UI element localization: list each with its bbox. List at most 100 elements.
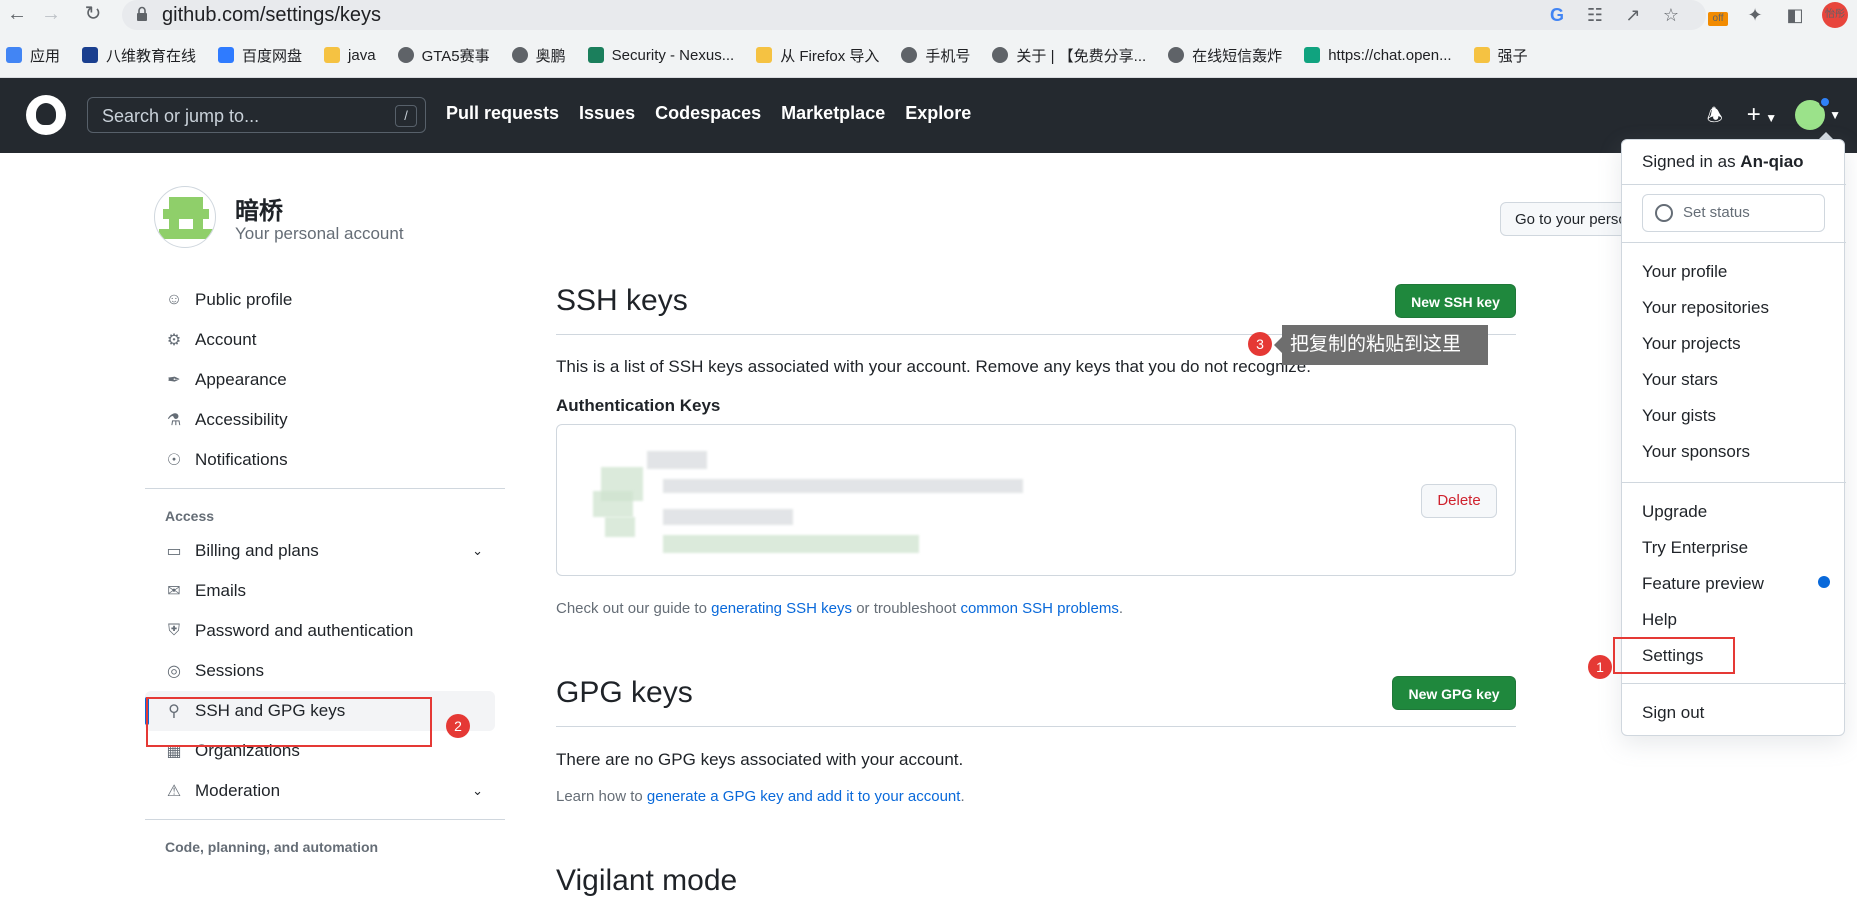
hexagon-icon (587, 47, 604, 63)
account-avatar[interactable] (154, 186, 216, 248)
apps-grid-icon (6, 47, 22, 63)
sidebar-item-notifications[interactable]: ☉ Notifications (145, 440, 505, 480)
nav-issues[interactable]: Issues (579, 103, 635, 124)
nav-pull-requests[interactable]: Pull requests (446, 103, 559, 124)
menu-item-sign-out[interactable]: Sign out (1642, 703, 1704, 723)
globe-icon (901, 47, 918, 63)
mail-icon: ✉ (167, 583, 181, 600)
bookmark-label: java (348, 46, 376, 64)
bookmark-label: Security - Nexus... (611, 46, 735, 64)
menu-item-your-sponsors[interactable]: Your sponsors (1642, 442, 1750, 462)
bell-icon: ☉ (166, 452, 182, 469)
menu-item-your-repositories[interactable]: Your repositories (1642, 298, 1769, 318)
bookmark-item[interactable]: https://chat.open... (1304, 47, 1452, 64)
notifications-bell-icon[interactable]: 🕭 (1707, 104, 1729, 126)
bookmark-label: 手机号 (925, 47, 971, 65)
generate-gpg-key-link[interactable]: generate a GPG key and add it to your ac… (647, 788, 961, 805)
address-bar[interactable]: github.com/settings/keys G ☷ ↗ ☆ (122, 0, 1706, 30)
sidebar-item-sessions[interactable]: ◎ Sessions (145, 651, 505, 691)
gear-icon: ⚙ (166, 332, 182, 349)
sidebar-item-password-and-authentication[interactable]: ⛨ Password and authentication (145, 611, 505, 651)
menu-divider (1622, 683, 1846, 684)
browser-profile-avatar[interactable]: 怡彤 (1822, 2, 1848, 28)
annotation-box-ssh-gpg (146, 697, 432, 747)
bookmark-item[interactable]: 关于 | 【免费分享... (992, 45, 1146, 66)
chevron-down-icon[interactable]: ⌄ (472, 783, 483, 799)
new-gpg-key-button[interactable]: New GPG key (1392, 676, 1516, 710)
bookmark-item[interactable]: 在线短信轰炸 (1168, 45, 1282, 66)
smiley-icon (1655, 204, 1673, 222)
menu-item-upgrade[interactable]: Upgrade (1642, 502, 1707, 522)
common-ssh-problems-link[interactable]: common SSH problems (960, 600, 1118, 617)
sidebar-item-moderation[interactable]: ⚠ Moderation ⌄ (145, 771, 505, 811)
back-icon[interactable]: ← (6, 3, 28, 25)
sidebar-item-emails[interactable]: ✉ Emails (145, 571, 505, 611)
guide-prefix: Check out our guide to (556, 600, 712, 617)
menu-item-your-stars[interactable]: Your stars (1642, 370, 1718, 390)
forward-icon[interactable]: → (40, 3, 62, 25)
bookmark-star-icon[interactable]: ☆ (1660, 4, 1682, 26)
generating-ssh-keys-link[interactable]: generating SSH keys (711, 600, 852, 617)
set-status-button[interactable]: Set status (1642, 194, 1825, 232)
menu-item-your-profile[interactable]: Your profile (1642, 262, 1727, 282)
sidebar-item-appearance[interactable]: ✒ Appearance (145, 360, 505, 400)
bookmarks-bar: 应用 八维教育在线 百度网盘 java GTA5赛事 奥鹏 Security - Nexus… (6, 42, 1550, 68)
bookmark-item[interactable]: 手机号 (901, 45, 970, 66)
ssh-keys-title: SSH keys (556, 284, 688, 317)
nav-codespaces[interactable]: Codespaces (655, 103, 761, 124)
sidebar-item-account[interactable]: ⚙ Account (145, 320, 505, 360)
globe-icon (992, 47, 1009, 63)
bookmark-item[interactable]: GTA5赛事 (397, 45, 490, 66)
sidebar-item-label: Public profile (195, 290, 293, 309)
bookmark-item[interactable]: 应用 (6, 45, 60, 66)
extension-off-badge[interactable]: off (1708, 12, 1728, 26)
bookmark-item[interactable]: 从 Firefox 导入 (756, 45, 879, 66)
learn-suffix: . (960, 788, 965, 805)
bookmark-item[interactable]: 奥鹏 (511, 45, 566, 66)
menu-item-your-gists[interactable]: Your gists (1642, 406, 1716, 426)
nav-marketplace[interactable]: Marketplace (781, 103, 885, 124)
sidebar-divider (145, 488, 505, 489)
create-new-button[interactable]: + ▼ (1747, 103, 1777, 127)
sidebar-divider (145, 819, 505, 820)
delete-key-button[interactable]: Delete (1421, 484, 1497, 518)
bookmark-item[interactable]: Security - Nexus... (587, 46, 735, 64)
site-icon (82, 47, 99, 63)
chevron-down-icon[interactable]: ⌄ (472, 543, 483, 559)
bookmark-label: 强子 (1497, 47, 1528, 65)
notification-dot-icon (1819, 96, 1832, 108)
globe-icon (1168, 47, 1185, 63)
user-menu-button[interactable]: ▼ (1795, 96, 1841, 130)
google-icon[interactable]: G (1546, 4, 1568, 26)
menu-item-your-projects[interactable]: Your projects (1642, 334, 1741, 354)
sidebar-item-public-profile[interactable]: ☺ Public profile (145, 280, 505, 320)
menu-item-feature-preview[interactable]: Feature preview (1642, 574, 1764, 594)
sidebar-item-accessibility[interactable]: ⚗ Accessibility (145, 400, 505, 440)
menu-item-help[interactable]: Help (1642, 610, 1677, 630)
globe-icon (397, 47, 414, 63)
translate-icon[interactable]: ☷ (1584, 4, 1606, 26)
sidebar-item-label: Account (195, 330, 257, 349)
share-icon[interactable]: ↗ (1622, 4, 1644, 26)
annotation-box-settings (1613, 637, 1735, 674)
search-input[interactable]: Search or jump to... / (87, 97, 426, 133)
bookmark-item[interactable]: java (324, 47, 376, 64)
url-text: github.com/settings/keys (162, 4, 381, 26)
bookmark-item[interactable]: 强子 (1473, 45, 1528, 66)
gpg-keys-title: GPG keys (556, 676, 693, 709)
credit-card-icon: ▭ (166, 543, 182, 560)
github-logo-icon[interactable] (26, 95, 66, 135)
menu-item-try-enterprise[interactable]: Try Enterprise (1642, 538, 1748, 558)
extensions-puzzle-icon[interactable]: ✦ (1742, 2, 1768, 28)
go-to-profile-button[interactable]: Go to your personal profile (1500, 202, 1640, 236)
menu-divider (1622, 242, 1846, 243)
new-ssh-key-button[interactable]: New SSH key (1395, 284, 1516, 318)
nav-explore[interactable]: Explore (905, 103, 971, 124)
side-panel-icon[interactable]: ◧ (1782, 2, 1808, 28)
bookmark-item[interactable]: 八维教育在线 (82, 45, 196, 66)
sidebar-item-billing-and-plans[interactable]: ▭ Billing and plans ⌄ (145, 531, 505, 571)
bookmark-item[interactable]: 百度网盘 (218, 45, 302, 66)
reload-icon[interactable]: ↻ (82, 3, 104, 25)
bookmark-label: 奥鹏 (535, 47, 566, 65)
ssh-key-item: Delete (556, 424, 1516, 576)
